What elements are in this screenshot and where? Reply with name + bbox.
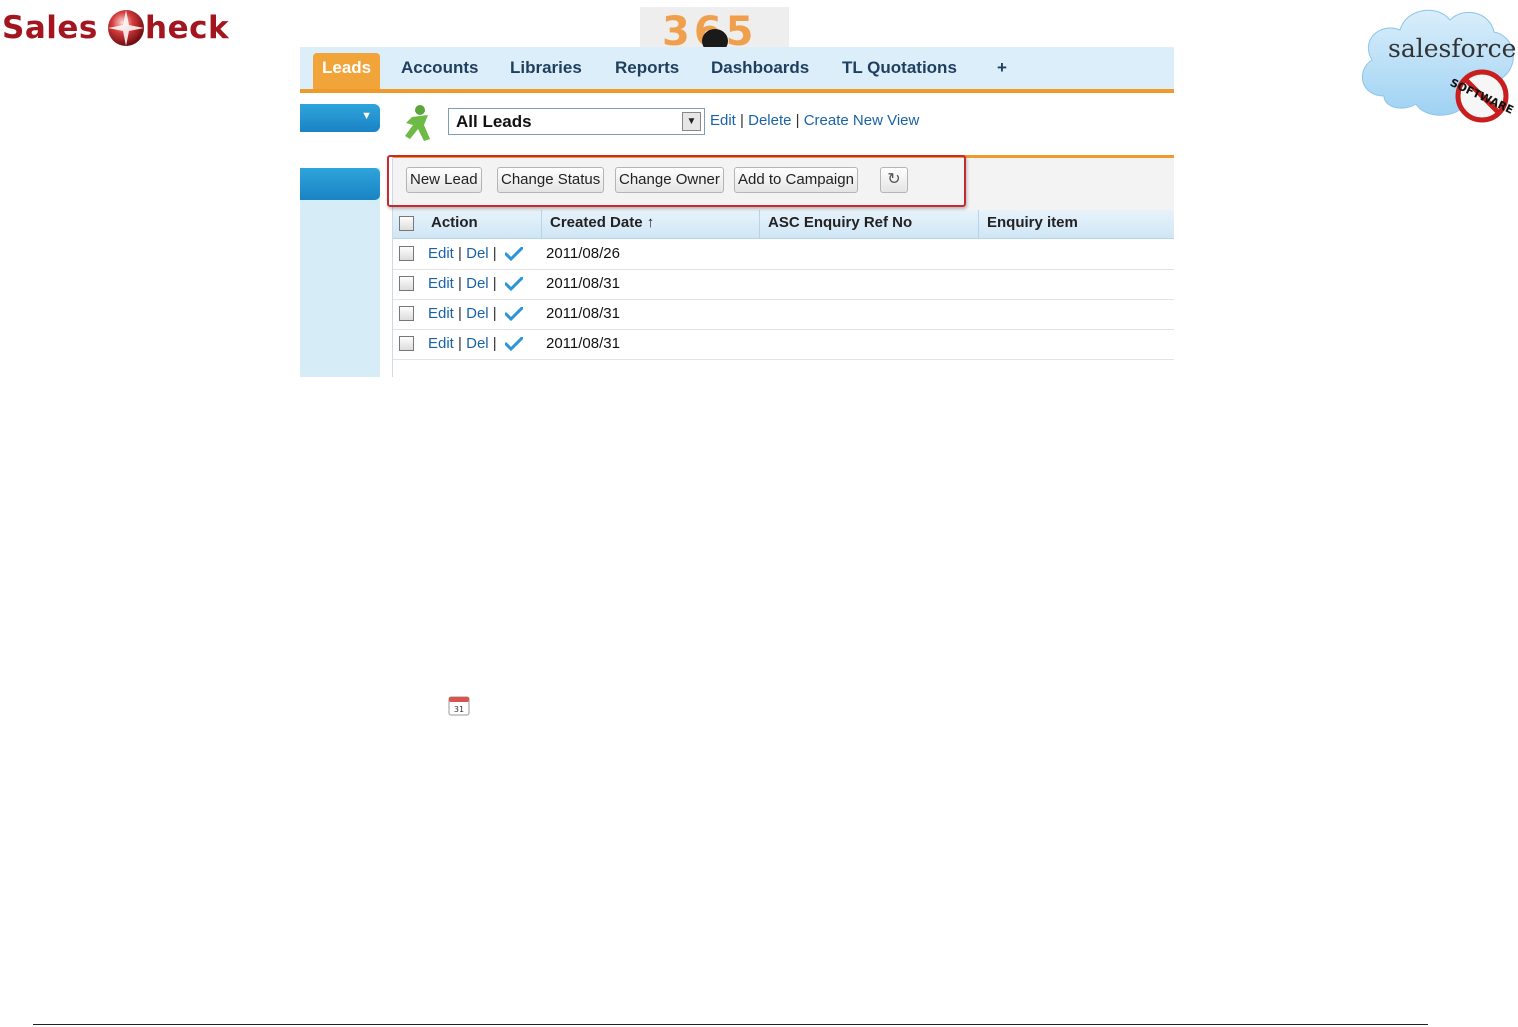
- edit-link[interactable]: Edit: [428, 245, 454, 262]
- row-checkbox[interactable]: [399, 306, 414, 321]
- edit-link[interactable]: Edit: [428, 305, 454, 322]
- edit-view-link[interactable]: Edit: [710, 112, 736, 129]
- action-separator: |: [492, 335, 497, 352]
- checkmark-icon[interactable]: [504, 337, 523, 352]
- del-link[interactable]: Del: [466, 275, 489, 292]
- tab-add-plus[interactable]: +: [988, 53, 1016, 89]
- action-separator: |: [458, 245, 462, 262]
- tab-dashboards[interactable]: Dashboards: [702, 53, 818, 89]
- tab-leads[interactable]: Leads: [313, 53, 381, 89]
- sidebar-button[interactable]: [300, 168, 380, 200]
- tab-tl-quotations[interactable]: TL Quotations: [833, 53, 966, 89]
- delete-view-link[interactable]: Delete: [748, 112, 791, 129]
- list-view-select[interactable]: All Leads ▼: [448, 108, 705, 135]
- dropdown-arrow-icon[interactable]: ▼: [682, 112, 701, 131]
- action-separator: |: [458, 275, 462, 292]
- row-checkbox[interactable]: [399, 336, 414, 351]
- row-actions: Edit | Del |: [428, 335, 523, 352]
- crm-window: Leads Accounts Libraries Reports Dashboa…: [300, 47, 1174, 377]
- action-separator: |: [492, 275, 497, 292]
- view-links: Edit | Delete | Create New View: [710, 112, 919, 129]
- tab-reports[interactable]: Reports: [606, 53, 688, 89]
- calendar-icon: 31: [448, 696, 470, 716]
- salesforce-cloud-icon: SOFTWARE: [1362, 9, 1516, 123]
- del-link[interactable]: Del: [466, 245, 489, 262]
- action-separator: |: [492, 245, 497, 262]
- row-actions: Edit | Del |: [428, 305, 523, 322]
- del-link[interactable]: Del: [466, 335, 489, 352]
- edit-link[interactable]: Edit: [428, 335, 454, 352]
- row-checkbox[interactable]: [399, 276, 414, 291]
- created-date-cell: 2011/08/31: [546, 305, 620, 322]
- table-row: Edit | Del | 2011/08/31: [393, 329, 1174, 360]
- list-view-selected: All Leads: [456, 112, 532, 131]
- edit-link[interactable]: Edit: [428, 275, 454, 292]
- link-separator: |: [740, 112, 744, 129]
- row-checkbox[interactable]: [399, 246, 414, 261]
- salesforce-logo-text: salesforce: [1388, 34, 1517, 63]
- del-link[interactable]: Del: [466, 305, 489, 322]
- link-separator: |: [795, 112, 800, 129]
- brand-365-logo: 365: [640, 7, 789, 47]
- brand-365-mascot-icon: [702, 29, 728, 47]
- action-separator: |: [458, 305, 462, 322]
- column-header-enquiry-item[interactable]: Enquiry item: [979, 210, 1174, 238]
- lead-person-icon: [405, 105, 430, 141]
- tab-bar: Leads Accounts Libraries Reports Dashboa…: [300, 47, 1174, 93]
- action-separator: |: [492, 305, 497, 322]
- created-date-cell: 2011/08/26: [546, 245, 620, 262]
- tab-libraries[interactable]: Libraries: [501, 53, 591, 89]
- table-row: Edit | Del | 2011/08/26: [393, 239, 1174, 270]
- checkmark-icon[interactable]: [504, 307, 523, 322]
- salescheck-logo-text-1: Sales: [2, 10, 98, 46]
- row-actions: Edit | Del |: [428, 245, 523, 262]
- toolbar-highlight-annotation: [387, 155, 966, 207]
- created-date-cell: 2011/08/31: [546, 275, 620, 292]
- salescheck-logo: Sales heck: [0, 4, 260, 54]
- row-actions: Edit | Del |: [428, 275, 523, 292]
- column-header-created-date[interactable]: Created Date ↑: [542, 210, 760, 238]
- calendar-day-text: 31: [454, 705, 464, 714]
- column-header-asc-enquiry-ref-no[interactable]: ASC Enquiry Ref No: [760, 210, 979, 238]
- table-row: Edit | Del | 2011/08/31: [393, 299, 1174, 330]
- action-separator: |: [458, 335, 462, 352]
- table-row: Edit | Del | 2011/08/31: [393, 269, 1174, 300]
- caret-down-icon: ▼: [361, 110, 372, 122]
- column-header-action[interactable]: Action: [423, 210, 542, 238]
- tab-accounts[interactable]: Accounts: [392, 53, 487, 89]
- footer-divider: [33, 1024, 1428, 1025]
- created-date-cell: 2011/08/31: [546, 335, 620, 352]
- salescheck-logo-text-2: heck: [145, 10, 230, 46]
- checkmark-icon[interactable]: [504, 247, 523, 262]
- sidebar-create-picklist[interactable]: ▼: [300, 104, 380, 132]
- select-all-checkbox[interactable]: [399, 216, 414, 231]
- salesforce-logo: SOFTWARE salesforce: [1354, 0, 1518, 128]
- create-new-view-link[interactable]: Create New View: [804, 112, 920, 129]
- checkmark-icon[interactable]: [504, 277, 523, 292]
- salescheck-globe-icon: [108, 10, 144, 46]
- table-header: Action Created Date ↑ ASC Enquiry Ref No…: [393, 210, 1174, 239]
